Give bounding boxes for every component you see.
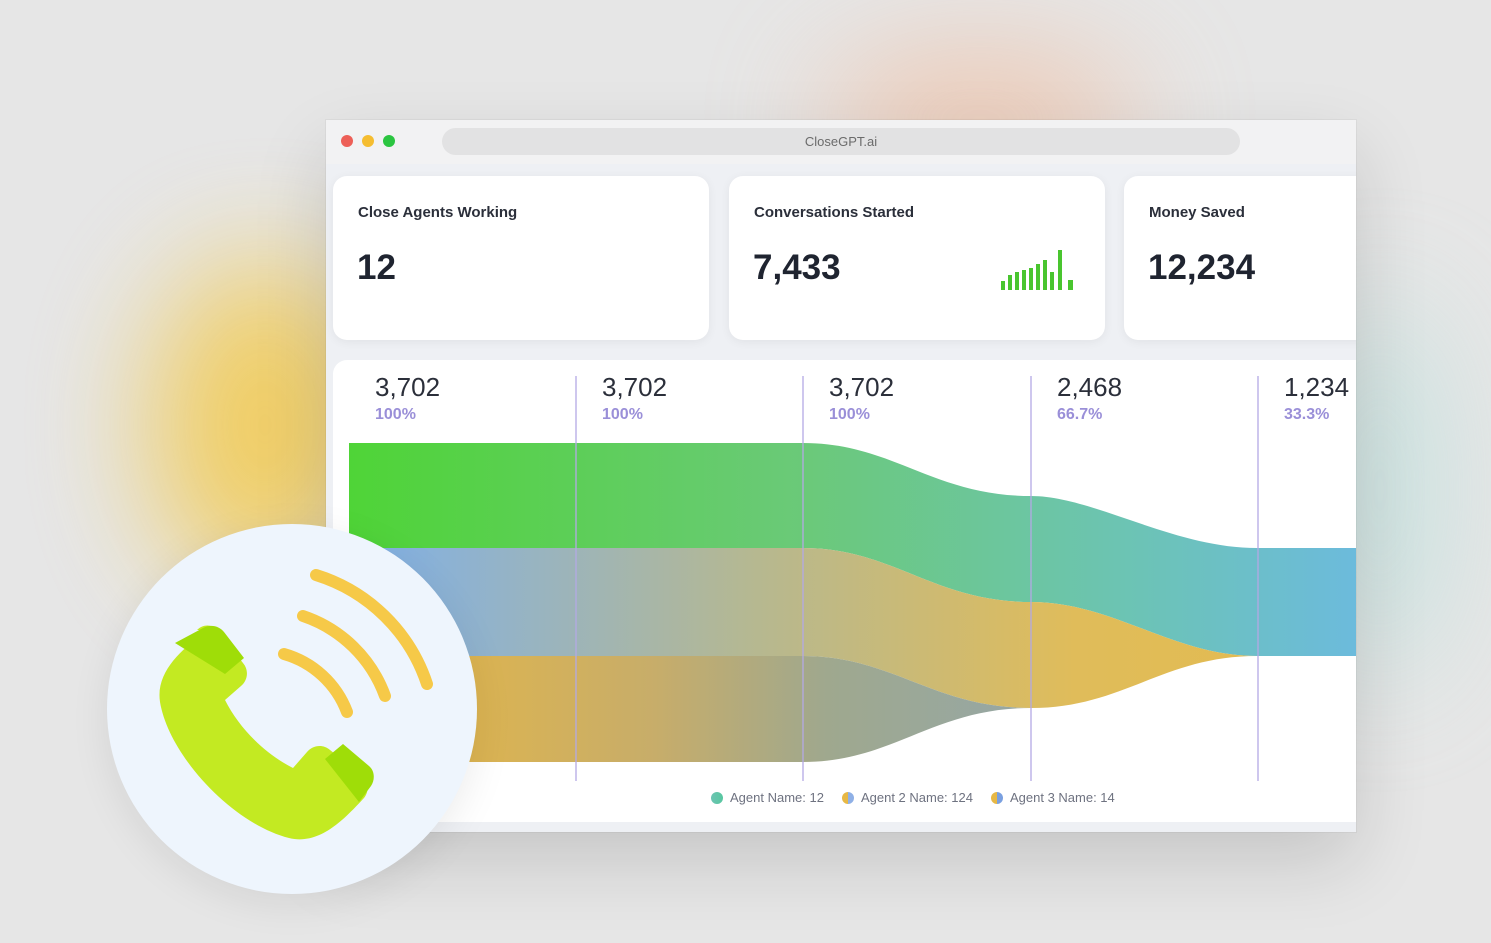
stage-5-value: 1,234 <box>1284 372 1350 402</box>
stage-4-value: 2,468 <box>1057 372 1123 402</box>
legend-item[interactable]: Agent 2 Name: 124 <box>841 790 973 805</box>
legend-item[interactable]: Agent Name: 12 <box>711 790 824 805</box>
close-agents-working-card: Close Agents Working 12 <box>333 176 709 340</box>
minimize-window-button[interactable] <box>362 135 374 147</box>
stage-2-value: 3,702 <box>602 372 668 402</box>
phone-handset <box>159 625 368 840</box>
legend-item[interactable]: Agent 3 Name: 14 <box>990 790 1115 805</box>
conversations-started-card: Conversations Started 7,433 <box>729 176 1105 340</box>
legend-swatch-agent-1 <box>711 791 723 804</box>
legend-swatch-agent-2 <box>841 791 854 804</box>
legend-label: Agent 2 Name: 124 <box>860 790 973 805</box>
phone-call-icon <box>159 569 433 840</box>
sankey-legend: Agent Name: 12 Agent 2 Name: 124 Agent 3… <box>711 790 1115 805</box>
stage-3-value: 3,702 <box>829 372 895 402</box>
bar-sparkline-icon <box>1001 250 1073 290</box>
signal-waves-icon <box>278 569 433 718</box>
card-value: 7,433 <box>753 248 841 287</box>
card-label: Conversations Started <box>754 204 915 221</box>
address-bar[interactable]: CloseGPT.ai <box>442 128 1240 155</box>
zoom-window-button[interactable] <box>383 135 395 147</box>
funnel-sankey-panel: 3,702 100% 3,702 100% 3,702 100% 2,468 6… <box>333 360 1356 822</box>
stage-5-percent: 33.3% <box>1284 406 1330 423</box>
legend-label: Agent Name: 12 <box>730 790 824 805</box>
card-value: 12,234 <box>1148 248 1256 287</box>
close-window-button[interactable] <box>341 135 353 147</box>
money-saved-card: Money Saved 12,234 <box>1124 176 1356 340</box>
phone-call-badge <box>107 524 477 894</box>
browser-titlebar: CloseGPT.ai <box>326 120 1356 164</box>
legend-label: Agent 3 Name: 14 <box>1009 790 1115 805</box>
stage-4-percent: 66.7% <box>1057 406 1103 423</box>
stage-1-percent: 100% <box>375 406 416 423</box>
legend-swatch-agent-3 <box>990 791 1003 804</box>
stage-2-percent: 100% <box>602 406 643 423</box>
stage-1-value: 3,702 <box>375 372 441 402</box>
card-label: Close Agents Working <box>358 204 518 221</box>
sankey-chart <box>349 376 1356 781</box>
card-value: 12 <box>357 248 396 287</box>
browser-window: CloseGPT.ai Close Agents Working 12 Conv… <box>326 120 1356 832</box>
stage-3-percent: 100% <box>829 406 870 423</box>
card-label: Money Saved <box>1149 204 1245 221</box>
